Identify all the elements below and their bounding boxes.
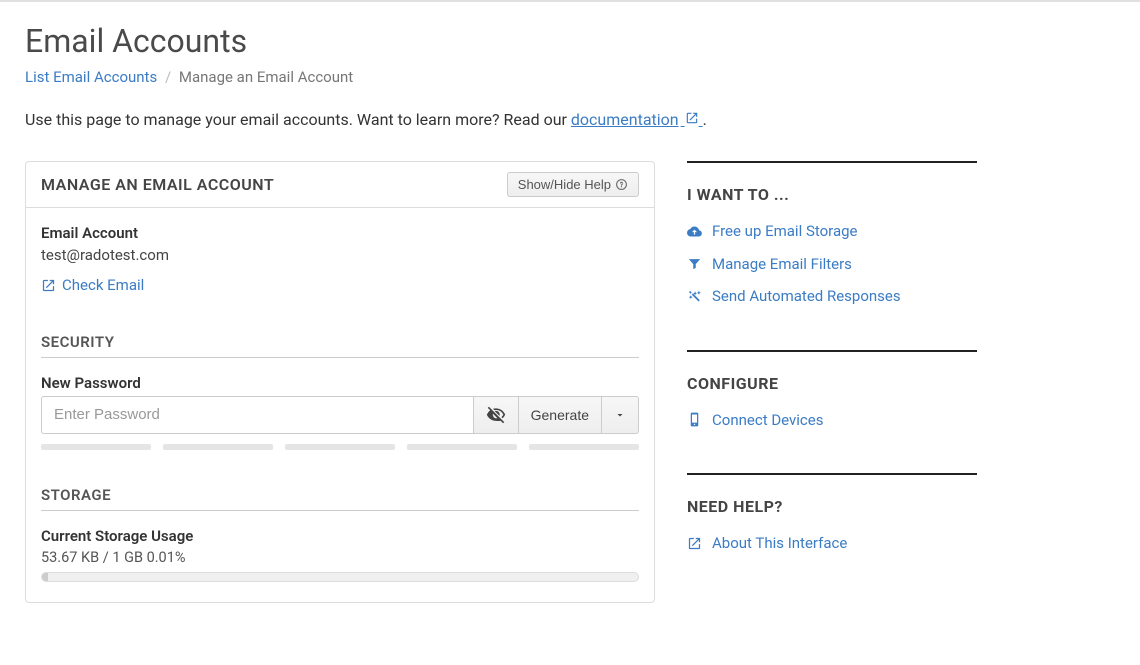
external-link-icon <box>681 110 703 129</box>
eye-slash-icon <box>486 405 506 425</box>
check-email-link[interactable]: Check Email <box>41 276 144 294</box>
breadcrumb-separator: / <box>165 68 171 86</box>
cloud-upload-icon <box>687 224 702 239</box>
documentation-link[interactable]: documentation <box>571 110 703 129</box>
external-link-icon <box>687 536 702 551</box>
need-help-heading: NEED HELP? <box>687 497 977 516</box>
show-hide-help-button[interactable]: Show/Hide Help <box>507 172 639 197</box>
storage-heading: STORAGE <box>41 486 639 511</box>
chevron-down-icon <box>614 409 626 421</box>
email-account-value: test@radotest.com <box>41 246 639 264</box>
free-up-storage-link[interactable]: Free up Email Storage <box>687 222 858 240</box>
breadcrumb: List Email Accounts / Manage an Email Ac… <box>25 68 1115 86</box>
connect-devices-link[interactable]: Connect Devices <box>687 411 823 429</box>
external-link-icon <box>41 278 56 293</box>
generate-password-button[interactable]: Generate <box>519 396 602 434</box>
need-help-section: NEED HELP? About This Interface <box>687 473 977 555</box>
generate-options-button[interactable] <box>602 396 639 434</box>
storage-usage-value: 53.67 KB / 1 GB 0.01% <box>41 549 639 566</box>
i-want-to-heading: I WANT TO ... <box>687 185 977 204</box>
password-label: New Password <box>41 374 639 392</box>
configure-heading: CONFIGURE <box>687 374 977 393</box>
intro-text: Use this page to manage your email accou… <box>25 110 1115 129</box>
filter-icon <box>687 256 702 271</box>
automated-responses-link[interactable]: Send Automated Responses <box>687 287 901 305</box>
toggle-password-visibility-button[interactable] <box>473 396 519 434</box>
security-heading: SECURITY <box>41 333 639 358</box>
i-want-to-section: I WANT TO ... Free up Email Storage Mana… <box>687 161 977 308</box>
help-icon <box>615 178 628 191</box>
password-input[interactable] <box>41 396 473 434</box>
storage-progress-bar <box>41 572 639 582</box>
magic-wand-icon <box>687 289 702 304</box>
configure-section: CONFIGURE Connect Devices <box>687 350 977 432</box>
email-account-label: Email Account <box>41 224 639 242</box>
breadcrumb-root[interactable]: List Email Accounts <box>25 68 157 86</box>
page-title: Email Accounts <box>25 22 1115 60</box>
mobile-icon <box>687 412 702 427</box>
breadcrumb-current: Manage an Email Account <box>179 68 353 86</box>
manage-account-card: MANAGE AN EMAIL ACCOUNT Show/Hide Help E… <box>25 161 655 603</box>
about-interface-link[interactable]: About This Interface <box>687 534 847 552</box>
password-strength-meter <box>41 444 639 450</box>
manage-filters-link[interactable]: Manage Email Filters <box>687 255 852 273</box>
card-title: MANAGE AN EMAIL ACCOUNT <box>41 175 274 194</box>
storage-usage-label: Current Storage Usage <box>41 527 639 545</box>
